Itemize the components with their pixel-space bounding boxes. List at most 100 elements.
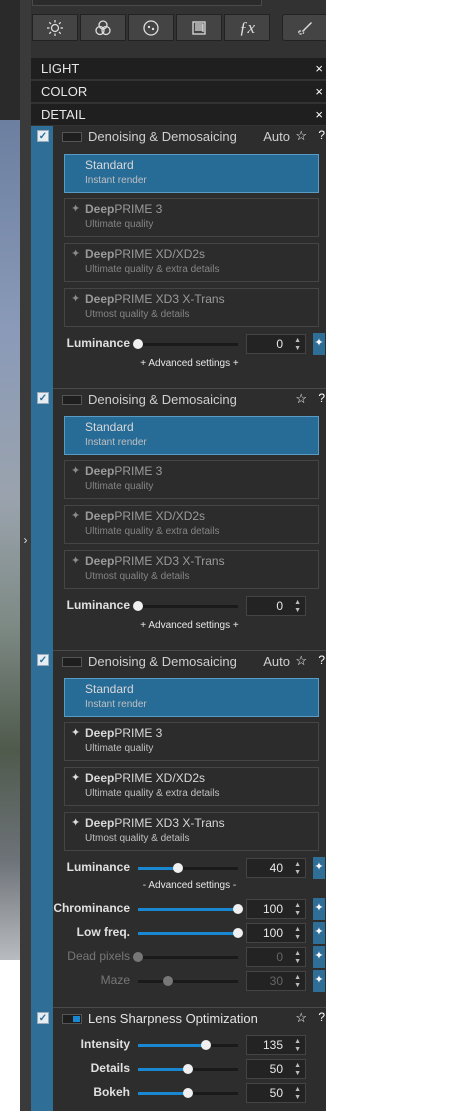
value-field[interactable]: 50 ▲ ▼ — [246, 1059, 306, 1079]
module-toggle[interactable] — [62, 657, 82, 667]
magic-wand-icon[interactable]: ✦ — [313, 898, 325, 920]
module-header[interactable]: Lens Sharpness Optimization ☆ ? — [53, 1008, 326, 1030]
stepper-arrows[interactable]: ▲ ▼ — [294, 948, 301, 966]
stepper-arrows[interactable]: ▲ ▼ — [294, 597, 301, 615]
tab-light[interactable] — [32, 14, 78, 41]
slider-track[interactable] — [138, 904, 243, 914]
tab-effects[interactable]: ƒx — [224, 14, 270, 41]
section-detail[interactable]: DETAIL × — [31, 104, 326, 126]
tab-local-adjustments[interactable] — [282, 14, 326, 41]
option-standard[interactable]: Standard Instant render — [64, 678, 319, 717]
option-deepprime-xd[interactable]: ✦ DeepPRIME XD/XD2s Ultimate quality & ext… — [64, 243, 319, 282]
module-toggle[interactable] — [62, 395, 82, 405]
stepper-arrows[interactable]: ▲ ▼ — [294, 972, 301, 990]
close-icon[interactable]: × — [315, 104, 323, 126]
slider-track[interactable] — [138, 1088, 238, 1098]
module-enable-checkbox[interactable]: ✓ — [37, 1012, 49, 1024]
tab-geometry[interactable] — [176, 14, 222, 41]
luminance-slider[interactable] — [133, 601, 238, 611]
tab-color[interactable] — [80, 14, 126, 41]
auto-button[interactable]: Auto — [263, 129, 290, 144]
luminance-slider[interactable] — [138, 863, 238, 873]
magic-wand-icon[interactable]: ✦ — [313, 970, 325, 992]
value-field[interactable]: 100 ▲ ▼ — [246, 899, 306, 919]
module-enable-checkbox[interactable]: ✓ — [37, 654, 49, 666]
luminance-field[interactable]: 0 ▲ ▼ — [246, 596, 306, 616]
stepper-arrows[interactable]: ▲ ▼ — [294, 924, 301, 942]
section-light[interactable]: LIGHT × — [31, 58, 326, 80]
value-field[interactable]: 135 ▲ ▼ — [246, 1035, 306, 1055]
module-enable-checkbox[interactable]: ✓ — [37, 392, 49, 404]
value-field[interactable]: 30 ▲ ▼ — [246, 971, 306, 991]
stepper-arrows[interactable]: ▲ ▼ — [294, 900, 301, 918]
star-icon[interactable]: ☆ — [295, 1010, 307, 1026]
luminance-field[interactable]: 40 ▲ ▼ — [246, 858, 306, 878]
stepper-arrows[interactable]: ▲ ▼ — [294, 1036, 301, 1054]
auto-button[interactable]: Auto — [263, 654, 290, 669]
option-deepprime-3[interactable]: ✦ DeepPRIME 3 Ultimate quality — [64, 722, 319, 761]
section-color[interactable]: COLOR × — [31, 81, 326, 103]
option-deepprime-xd3[interactable]: ✦ DeepPRIME XD3 X-Trans Utmost quality & d… — [64, 288, 319, 327]
option-standard[interactable]: Standard Instant render — [64, 416, 319, 455]
close-icon[interactable]: × — [315, 81, 323, 103]
star-icon[interactable]: ☆ — [295, 128, 307, 144]
tab-detail[interactable] — [128, 14, 174, 41]
stepper-arrows[interactable]: ▲ ▼ — [294, 1060, 301, 1078]
slider-track[interactable] — [138, 1064, 238, 1074]
star-icon[interactable]: ☆ — [295, 391, 307, 407]
luminance-field[interactable]: 0 ▲ ▼ — [246, 334, 306, 354]
magic-wand-icon[interactable]: ✦ — [313, 922, 325, 944]
close-icon[interactable]: × — [315, 58, 323, 80]
option-title: Standard — [85, 420, 134, 434]
advanced-settings-toggle[interactable]: + Advanced settings + — [53, 358, 326, 374]
slider-track[interactable] — [138, 928, 243, 938]
module-header[interactable]: Denoising & Demosaicing Auto ☆ ? — [53, 126, 326, 148]
slider-knob[interactable] — [183, 1064, 193, 1074]
stepper-arrows[interactable]: ▲ ▼ — [294, 1084, 301, 1102]
option-deepprime-xd3[interactable]: ✦ DeepPRIME XD3 X-Trans Utmost quality & d… — [64, 812, 319, 851]
option-deepprime-xd[interactable]: ✦ DeepPRIME XD/XD2s Ultimate quality & ext… — [64, 767, 319, 806]
option-deepprime-3[interactable]: ✦ DeepPRIME 3 Ultimate quality — [64, 460, 319, 499]
slider-track[interactable] — [138, 1040, 238, 1050]
slider-knob[interactable] — [233, 928, 243, 938]
slider-track[interactable] — [133, 952, 238, 962]
advanced-settings-toggle[interactable]: - Advanced settings - — [53, 880, 326, 896]
slider-knob[interactable] — [183, 1088, 193, 1098]
module-enable-checkbox[interactable]: ✓ — [37, 130, 49, 142]
option-title: PRIME XD3 X-Trans — [114, 292, 225, 306]
luminance-slider[interactable] — [133, 339, 238, 349]
value-field[interactable]: 100 ▲ ▼ — [246, 923, 306, 943]
option-deepprime-xd3[interactable]: ✦ DeepPRIME XD3 X-Trans Utmost quality & d… — [64, 550, 319, 589]
slider-knob[interactable] — [133, 601, 143, 611]
module-header[interactable]: Denoising & Demosaicing Auto ☆ ? — [53, 651, 326, 673]
magic-wand-icon[interactable]: ✦ — [313, 946, 325, 968]
slider-knob[interactable] — [133, 952, 143, 962]
stepper-arrows[interactable]: ▲ ▼ — [294, 335, 301, 353]
slider-knob[interactable] — [200, 1040, 211, 1050]
slider-knob[interactable] — [173, 863, 183, 873]
help-icon[interactable]: ? — [318, 128, 325, 142]
slider-knob[interactable] — [233, 904, 243, 914]
help-icon[interactable]: ? — [318, 1010, 325, 1024]
value-field[interactable]: 0 ▲ ▼ — [246, 947, 306, 967]
option-subtitle: Utmost quality & details — [85, 571, 190, 582]
module-header[interactable]: Denoising & Demosaicing ☆ ? — [53, 389, 326, 411]
star-icon[interactable]: ☆ — [295, 653, 307, 669]
value-field[interactable]: 50 ▲ ▼ — [246, 1083, 306, 1103]
advanced-settings-toggle[interactable]: + Advanced settings + — [53, 620, 326, 636]
help-icon[interactable]: ? — [318, 653, 325, 667]
option-standard[interactable]: Standard Instant render — [64, 154, 319, 193]
option-deepprime-xd[interactable]: ✦ DeepPRIME XD/XD2s Ultimate quality & ext… — [64, 505, 319, 544]
option-deepprime-3[interactable]: ✦ DeepPRIME 3 Ultimate quality — [64, 198, 319, 237]
module-toggle[interactable] — [62, 132, 82, 142]
slider-track[interactable] — [138, 976, 238, 986]
help-icon[interactable]: ? — [318, 391, 325, 405]
stepper-arrows[interactable]: ▲ ▼ — [294, 859, 301, 877]
collapse-panel-button[interactable]: › — [21, 530, 30, 550]
slider-label: Luminance — [66, 336, 130, 350]
slider-knob[interactable] — [133, 339, 143, 349]
magic-wand-icon[interactable]: ✦ — [313, 857, 325, 879]
slider-knob[interactable] — [163, 976, 173, 986]
magic-wand-icon[interactable]: ✦ — [313, 333, 325, 355]
module-toggle[interactable] — [62, 1014, 82, 1024]
